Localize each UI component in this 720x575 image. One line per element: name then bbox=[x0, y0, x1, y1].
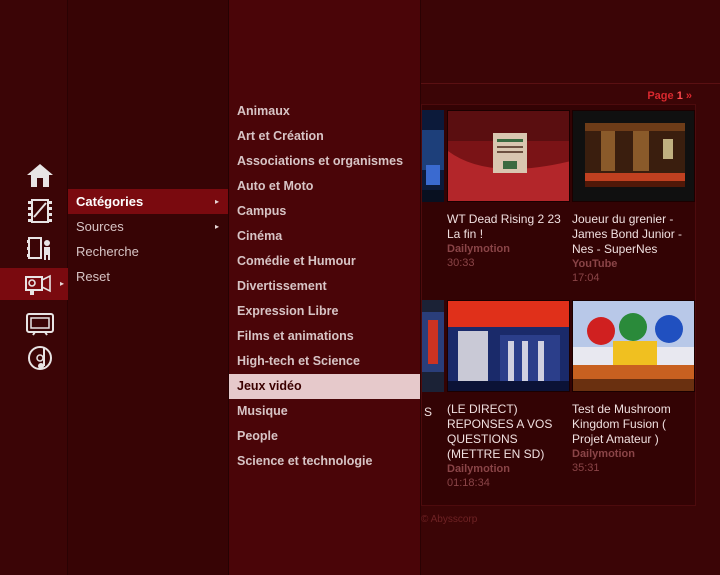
film-icon bbox=[28, 199, 52, 223]
categories-submenu: Animaux Art et Création Associations et … bbox=[229, 0, 421, 575]
video-source: Dailymotion bbox=[447, 463, 510, 475]
chevron-right-icon: ▸ bbox=[214, 197, 219, 206]
video-card[interactable]: Test de Mushroom Kingdom Fusion ( Projet… bbox=[572, 300, 695, 474]
pagination[interactable]: Page 1 » bbox=[647, 90, 692, 102]
video-duration: 30:33 bbox=[447, 257, 475, 269]
video-button[interactable]: ▸ bbox=[0, 268, 68, 300]
category-item[interactable]: Expression Libre bbox=[229, 299, 420, 324]
category-item[interactable]: Musique bbox=[229, 399, 420, 424]
video-title[interactable]: WT Dead Rising 2 23 La fin ! bbox=[447, 212, 570, 242]
video-thumbnail[interactable] bbox=[572, 300, 695, 392]
menu-item-categories[interactable]: Catégories ▸ bbox=[68, 189, 228, 214]
menu-item-recherche[interactable]: Recherche bbox=[68, 239, 228, 264]
submenu-arrow-icon: ▸ bbox=[59, 279, 64, 288]
footer-copyright: © Abysscorp bbox=[421, 514, 478, 525]
video-card[interactable]: Joueur du grenier - James Bond Junior - … bbox=[572, 110, 695, 284]
film-person-icon bbox=[27, 237, 50, 260]
video-title[interactable]: Test de Mushroom Kingdom Fusion ( Projet… bbox=[572, 402, 695, 447]
video-card[interactable]: (LE DIRECT) REPONSES A VOS QUESTIONS (ME… bbox=[447, 300, 570, 489]
next-page-icon[interactable]: » bbox=[686, 90, 692, 102]
category-item[interactable]: Cinéma bbox=[229, 224, 420, 249]
chevron-right-icon: ▸ bbox=[214, 222, 219, 231]
category-item[interactable]: Art et Création bbox=[229, 124, 420, 149]
menu-item-reset[interactable]: Reset bbox=[68, 264, 228, 289]
menu-item-label: Catégories bbox=[76, 194, 144, 209]
category-item[interactable]: High-tech et Science bbox=[229, 349, 420, 374]
category-item[interactable]: Divertissement bbox=[229, 274, 420, 299]
video-grid: S WT Dead Rising 2 23 La fin ! Dailymoti… bbox=[421, 104, 696, 506]
video-content-area: Page 1 » S WT Dead Rising 2 23 La fin ! … bbox=[421, 0, 720, 575]
category-item[interactable]: People bbox=[229, 424, 420, 449]
video-duration: 35:31 bbox=[572, 462, 600, 474]
video-thumbnail-partial[interactable] bbox=[422, 110, 444, 202]
category-item[interactable]: Animaux bbox=[229, 99, 420, 124]
people-films-button[interactable] bbox=[22, 233, 58, 263]
divider bbox=[421, 83, 720, 84]
category-item-selected[interactable]: Jeux vidéo bbox=[229, 374, 420, 399]
video-title[interactable]: Joueur du grenier - James Bond Junior - … bbox=[572, 212, 695, 257]
category-item[interactable]: Campus bbox=[229, 199, 420, 224]
main-menu: Catégories ▸ Sources ▸ Recherche Reset bbox=[68, 0, 229, 575]
video-duration: 01:18:34 bbox=[447, 477, 490, 489]
tv-button[interactable] bbox=[22, 308, 58, 338]
music-icon bbox=[28, 346, 52, 370]
icon-sidebar: ▸ bbox=[0, 0, 68, 575]
video-title-partial: S bbox=[424, 405, 433, 419]
category-item[interactable]: Films et animations bbox=[229, 324, 420, 349]
home-icon bbox=[27, 164, 53, 187]
music-button[interactable] bbox=[22, 343, 58, 373]
menu-item-label: Sources bbox=[76, 219, 124, 234]
page-number: 1 bbox=[676, 90, 683, 102]
films-button[interactable] bbox=[22, 196, 58, 226]
menu-item-label: Reset bbox=[76, 269, 110, 284]
video-source: Dailymotion bbox=[447, 243, 510, 255]
video-thumbnail[interactable] bbox=[447, 300, 570, 392]
video-title[interactable]: (LE DIRECT) REPONSES A VOS QUESTIONS (ME… bbox=[447, 402, 570, 462]
video-source: Dailymotion bbox=[572, 448, 635, 460]
video-source: YouTube bbox=[572, 258, 618, 270]
tv-icon bbox=[26, 313, 54, 336]
video-thumbnail[interactable] bbox=[572, 110, 695, 202]
page-label: Page bbox=[647, 90, 674, 102]
video-thumbnail[interactable] bbox=[447, 110, 570, 202]
video-thumbnail-partial[interactable] bbox=[422, 300, 444, 392]
category-item[interactable]: Science et technologie bbox=[229, 449, 420, 474]
menu-item-sources[interactable]: Sources ▸ bbox=[68, 214, 228, 239]
category-item[interactable]: Associations et organismes bbox=[229, 149, 420, 174]
video-camera-icon bbox=[25, 274, 51, 295]
category-item[interactable]: Comédie et Humour bbox=[229, 249, 420, 274]
video-card[interactable]: WT Dead Rising 2 23 La fin ! Dailymotion… bbox=[447, 110, 570, 269]
video-duration: 17:04 bbox=[572, 272, 600, 284]
menu-item-label: Recherche bbox=[76, 244, 139, 259]
category-item[interactable]: Auto et Moto bbox=[229, 174, 420, 199]
home-button[interactable] bbox=[22, 160, 58, 190]
